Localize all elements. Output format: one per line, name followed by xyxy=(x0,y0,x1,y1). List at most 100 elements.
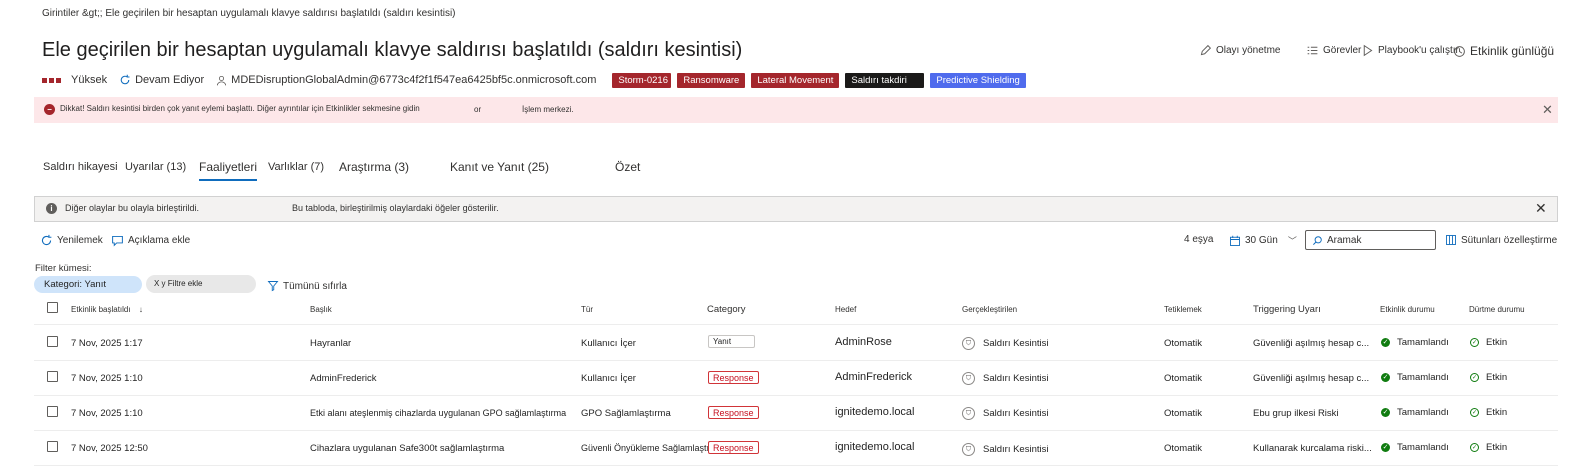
row-trigger: Otomatik xyxy=(1164,408,1203,419)
tag-predictive-shielding[interactable]: Predictive Shielding xyxy=(930,72,1026,88)
row-title[interactable]: Hayranlar xyxy=(310,338,351,349)
run-playbook-label: Playbook'u çalıştır xyxy=(1378,45,1459,56)
column-header-started[interactable]: Etkinlik başlatıldı ↓ xyxy=(71,305,143,314)
incident-meta: Yüksek Devam Ediyor MDEDisruptionGlobalA… xyxy=(42,72,1026,88)
tab-assets[interactable]: Varlıklar (7) xyxy=(268,161,324,173)
tag-lateral-movement[interactable]: Lateral Movement xyxy=(751,72,840,88)
page-title: Ele geçirilen bir hesaptan uygulamalı kl… xyxy=(42,39,743,61)
status-label: Tamamlandı xyxy=(1397,442,1449,453)
add-comment-button[interactable]: Açıklama ekle xyxy=(111,234,190,247)
row-type: GPO Sağlamlaştırma xyxy=(581,408,671,419)
row-divider xyxy=(34,395,1558,396)
add-comment-label: Açıklama ekle xyxy=(128,235,191,246)
column-header-title[interactable]: Başlık xyxy=(310,305,332,314)
row-checkbox[interactable] xyxy=(47,406,58,417)
tab-alerts[interactable]: Uyarılar (13) xyxy=(125,161,186,173)
tab-summary[interactable]: Özet xyxy=(615,160,640,174)
manage-incident-button[interactable]: Olayı yönetme xyxy=(1199,44,1280,57)
column-header-performed-by[interactable]: Gerçekleştirilen xyxy=(962,305,1017,314)
tag-attack-disruption[interactable]: Saldırı takdiri xyxy=(845,72,925,88)
activity-log-button[interactable]: Etkinlik günlüğü xyxy=(1453,44,1554,58)
row-actor: ⛉ Saldırı Kesintisi xyxy=(962,372,1048,385)
row-target[interactable]: AdminRose xyxy=(835,336,892,348)
row-title[interactable]: Cihazlara uygulanan Safe300t sağlamlaştı… xyxy=(310,443,504,454)
select-all-checkbox[interactable] xyxy=(47,302,58,313)
row-divider xyxy=(34,465,1558,466)
check-outline-icon: ✓ xyxy=(1470,408,1479,417)
row-checkbox[interactable] xyxy=(47,371,58,382)
nudge-label: Etkin xyxy=(1486,407,1508,418)
action-center-link[interactable]: İşlem merkezi. xyxy=(522,105,574,114)
play-icon xyxy=(1363,44,1373,57)
severity: Yüksek xyxy=(42,74,107,86)
reset-all-button[interactable]: Tümünü sıfırla xyxy=(267,280,347,292)
row-target[interactable]: ignitedemo.local xyxy=(835,406,915,418)
tab-activities[interactable]: Faaliyetleri xyxy=(199,160,258,181)
refresh-button[interactable]: Yenilemek xyxy=(40,234,103,247)
refresh-status-icon xyxy=(120,74,130,85)
nudge-label: Etkin xyxy=(1486,372,1508,383)
actor-label: Saldırı Kesintisi xyxy=(983,444,1049,455)
check-outline-icon: ✓ xyxy=(1470,443,1479,452)
row-date: 7 Nov, 2025 1:10 xyxy=(71,408,143,419)
close-icon[interactable]: ✕ xyxy=(1542,102,1553,118)
row-alert[interactable]: Güvenliği aşılmış hesap c... xyxy=(1253,338,1369,349)
tab-investigations[interactable]: Araştırma (3) xyxy=(339,160,409,174)
column-header-type[interactable]: Tür xyxy=(581,305,593,314)
row-alert[interactable]: Ebu grup ilkesi Riski xyxy=(1253,408,1339,419)
row-trigger: Otomatik xyxy=(1164,338,1203,349)
date-range-dropdown[interactable]: 30 Gün ﹀ xyxy=(1229,234,1297,247)
row-divider xyxy=(34,360,1558,361)
shield-icon: ⛉ xyxy=(962,337,975,350)
column-label: Etkinlik başlatıldı xyxy=(71,305,131,314)
row-target[interactable]: ignitedemo.local xyxy=(835,441,915,453)
item-count: 4 eşya xyxy=(1184,234,1214,245)
row-checkbox[interactable] xyxy=(47,441,58,452)
row-title[interactable]: Etki alanı ateşlenmiş cihazlarda uygulan… xyxy=(310,408,566,418)
search-input[interactable]: Aramak xyxy=(1305,230,1436,250)
nudge-label: Etkin xyxy=(1486,337,1508,348)
add-filter-button[interactable]: X y Filtre ekle xyxy=(146,275,256,293)
refresh-icon xyxy=(41,234,52,246)
pencil-icon xyxy=(1200,44,1212,56)
tag-storm[interactable]: Storm-0216 xyxy=(612,72,672,88)
tag-ransomware[interactable]: Ransomware xyxy=(677,72,746,88)
tab-evidence-response[interactable]: Kanıt ve Yanıt (25) xyxy=(450,160,549,174)
check-circle-icon: ✓ xyxy=(1381,443,1390,452)
run-playbook-button[interactable]: Playbook'u çalıştır xyxy=(1361,44,1459,57)
row-divider xyxy=(34,324,1558,325)
column-header-triggering-alert[interactable]: Triggering Uyarı xyxy=(1253,304,1321,315)
info-close-icon[interactable]: ✕ xyxy=(1535,200,1547,217)
incident-status: Devam Ediyor xyxy=(119,74,204,86)
row-nudge-status: ✓ Etkin xyxy=(1470,337,1507,348)
warning-or: or xyxy=(474,105,482,114)
customize-columns-button[interactable]: Sütunları özelleştirme xyxy=(1445,234,1557,246)
filter-chip-category[interactable]: Kategori: Yanıt xyxy=(34,276,142,293)
info-banner xyxy=(34,196,1558,222)
search-placeholder: Aramak xyxy=(1327,234,1362,246)
column-header-activity-status[interactable]: Etkinlik durumu xyxy=(1380,305,1435,314)
row-alert[interactable]: Güvenliği aşılmış hesap c... xyxy=(1253,373,1369,384)
info-icon: i xyxy=(46,203,57,214)
column-header-nudge-status[interactable]: Dürtme durumu xyxy=(1469,305,1525,314)
row-activity-status: ✓ Tamamlandı xyxy=(1381,442,1449,453)
tasks-button[interactable]: Görevler xyxy=(1306,44,1361,57)
activity-log-label: Etkinlik günlüğü xyxy=(1470,44,1555,58)
row-nudge-status: ✓ Etkin xyxy=(1470,372,1507,383)
column-header-trigger[interactable]: Tetiklemek xyxy=(1164,305,1202,314)
columns-icon xyxy=(1446,235,1456,245)
column-header-target[interactable]: Hedef xyxy=(835,305,856,314)
tag-list: Storm-0216 Ransomware Lateral Movement S… xyxy=(612,72,1026,88)
list-icon xyxy=(1307,46,1318,55)
row-activity-status: ✓ Tamamlandı xyxy=(1381,372,1449,383)
row-checkbox[interactable] xyxy=(47,336,58,347)
check-outline-icon: ✓ xyxy=(1470,338,1479,347)
breadcrumb[interactable]: Girintiler &gt;; Ele geçirilen bir hesap… xyxy=(42,8,456,19)
row-title[interactable]: AdminFrederick xyxy=(310,373,377,384)
tab-attack-story[interactable]: Saldırı hikayesi xyxy=(43,161,118,173)
severity-label: Yüksek xyxy=(71,74,108,86)
column-header-category[interactable]: Category xyxy=(707,304,746,315)
user-label: MDEDisruptionGlobalAdmin@6773c4f2f1f547e… xyxy=(231,74,597,86)
row-target[interactable]: AdminFrederick xyxy=(835,371,912,383)
row-alert[interactable]: Kullanarak kurcalama riski... xyxy=(1253,443,1372,454)
